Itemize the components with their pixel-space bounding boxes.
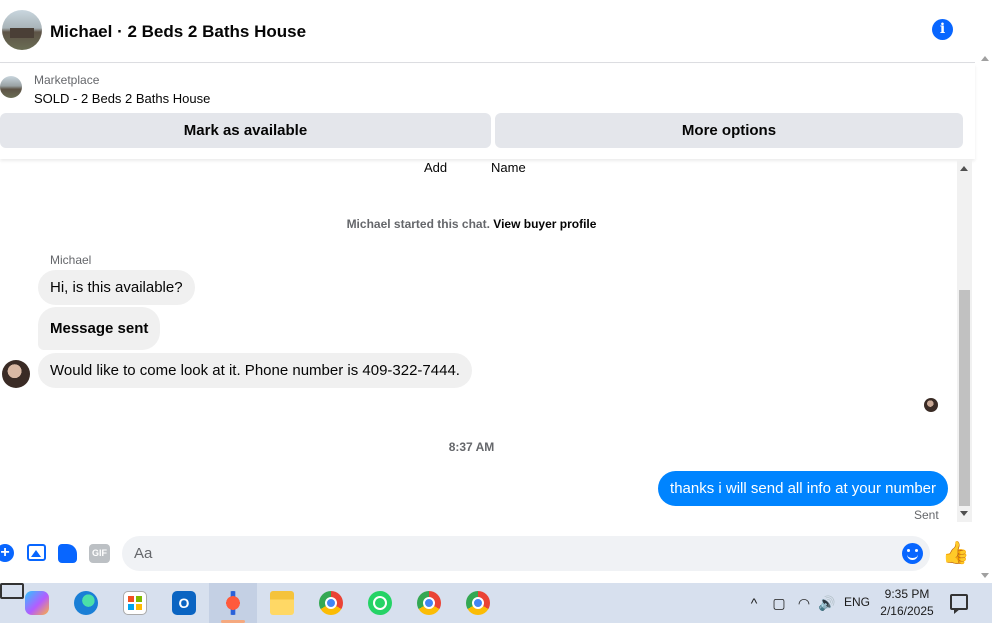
chevron-up-icon[interactable]: ^ bbox=[746, 595, 762, 611]
conversation-header: Michael · 2 Beds 2 Baths House i bbox=[0, 0, 975, 63]
wifi-icon[interactable]: ◠ bbox=[796, 595, 812, 611]
marketplace-listing-panel: Marketplace SOLD - 2 Beds 2 Baths House … bbox=[0, 64, 975, 159]
file-explorer-icon[interactable] bbox=[258, 583, 306, 623]
plus-icon[interactable]: + bbox=[0, 544, 14, 562]
chat-started-text: Michael started this chat. bbox=[346, 217, 490, 231]
mark-as-available-button[interactable]: Mark as available bbox=[0, 113, 491, 148]
whatsapp-icon[interactable] bbox=[356, 583, 404, 623]
copilot-icon[interactable] bbox=[13, 583, 61, 623]
outgoing-message[interactable]: thanks i will send all info at your numb… bbox=[658, 471, 948, 506]
chrome-icon[interactable] bbox=[307, 583, 355, 623]
listing-thumbnail[interactable] bbox=[0, 76, 22, 98]
message-status: Sent bbox=[914, 508, 939, 522]
scroll-down-arrow-icon[interactable] bbox=[981, 573, 989, 578]
scrollbar-thumb[interactable] bbox=[959, 290, 970, 506]
outlook-icon[interactable]: O bbox=[160, 583, 208, 623]
read-receipt-avatar bbox=[924, 398, 938, 412]
emoji-icon[interactable] bbox=[902, 543, 923, 564]
store-icon[interactable] bbox=[111, 583, 159, 623]
info-icon[interactable]: i bbox=[932, 19, 953, 40]
sender-name: Michael bbox=[50, 253, 92, 267]
message-timestamp: 8:37 AM bbox=[448, 440, 495, 454]
sticker-icon[interactable] bbox=[58, 544, 77, 563]
snipping-tool-icon[interactable] bbox=[209, 583, 257, 623]
chrome-profile-2-icon[interactable] bbox=[454, 583, 502, 623]
truncated-action-label[interactable]: Name bbox=[491, 160, 526, 175]
scroll-down-arrow-icon[interactable] bbox=[960, 511, 968, 516]
photo-icon[interactable] bbox=[27, 544, 46, 561]
clock-date: 2/16/2025 bbox=[880, 604, 934, 618]
incoming-message[interactable]: Message sent bbox=[38, 307, 161, 350]
windows-taskbar: O ^ ▢ ◠ 🔊 ENG 9:35 PM 2/16/2025 bbox=[0, 583, 992, 623]
edge-icon[interactable] bbox=[62, 583, 110, 623]
truncated-action-label[interactable]: Add bbox=[424, 160, 447, 175]
conversation-title[interactable]: Michael · 2 Beds 2 Baths House bbox=[50, 22, 306, 42]
listing-item-title[interactable]: SOLD - 2 Beds 2 Baths House bbox=[34, 91, 210, 106]
message-input[interactable] bbox=[122, 536, 930, 571]
chrome-profile-icon[interactable] bbox=[405, 583, 453, 623]
thumbs-up-icon[interactable]: 👍 bbox=[942, 542, 969, 564]
page-scrollbar[interactable] bbox=[979, 0, 992, 583]
notification-icon[interactable] bbox=[950, 594, 968, 614]
listing-source-label: Marketplace bbox=[34, 73, 100, 87]
messenger-window: Michael · 2 Beds 2 Baths House i Marketp… bbox=[0, 0, 992, 623]
volume-icon[interactable]: 🔊 bbox=[818, 595, 835, 611]
system-clock[interactable]: 9:35 PM 2/16/2025 bbox=[872, 586, 942, 620]
language-indicator[interactable]: ENG bbox=[844, 595, 870, 609]
incoming-message[interactable]: Would like to come look at it. Phone num… bbox=[38, 353, 472, 388]
scroll-up-arrow-icon[interactable] bbox=[960, 166, 968, 171]
chat-scrollbar[interactable] bbox=[957, 160, 972, 522]
view-buyer-profile-link[interactable]: View buyer profile bbox=[493, 217, 596, 231]
meet-now-icon[interactable]: ▢ bbox=[771, 595, 787, 611]
more-options-button[interactable]: More options bbox=[495, 113, 963, 148]
scroll-up-arrow-icon[interactable] bbox=[981, 56, 989, 61]
incoming-message[interactable]: Hi, is this available? bbox=[38, 270, 195, 305]
gif-icon[interactable]: GIF bbox=[89, 544, 110, 563]
message-list[interactable]: Add Name Michael started this chat. View… bbox=[0, 160, 957, 522]
clock-time: 9:35 PM bbox=[884, 587, 930, 601]
message-composer: + GIF 👍 bbox=[0, 530, 975, 576]
listing-avatar[interactable] bbox=[2, 10, 42, 50]
chat-started-notice: Michael started this chat. View buyer pr… bbox=[0, 217, 943, 231]
sender-avatar[interactable] bbox=[2, 360, 30, 388]
